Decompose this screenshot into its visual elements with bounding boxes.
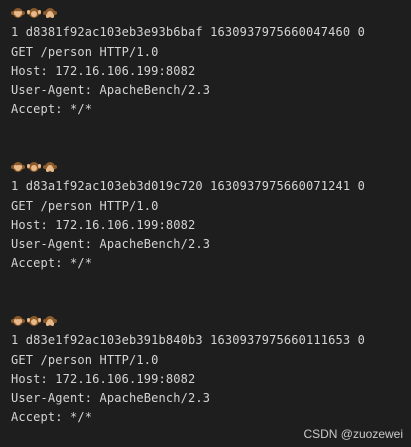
user-agent-header: User-Agent: ApacheBench/2.3 xyxy=(11,391,211,406)
monkey-emoji-row xyxy=(11,158,365,177)
hear-no-evil-monkey-icon xyxy=(27,161,41,175)
speak-no-evil-monkey-icon xyxy=(43,161,57,175)
see-no-evil-monkey-icon xyxy=(11,315,25,329)
trace-id-line: 1 d83e1f92ac103eb391b840b3 1630937975660… xyxy=(11,333,365,348)
host-header: Host: 172.16.106.199:8082 xyxy=(11,217,196,232)
request-line: GET /person HTTP/1.0 xyxy=(11,198,159,213)
user-agent-header: User-Agent: ApacheBench/2.3 xyxy=(11,83,211,98)
user-agent-header: User-Agent: ApacheBench/2.3 xyxy=(11,237,211,252)
trace-id-line: 1 d83a1f92ac103eb3d019c720 1630937975660… xyxy=(11,179,365,194)
terminal-output: 1 d8381f92ac103eb3e93b6baf 1630937975660… xyxy=(0,0,411,447)
hear-no-evil-monkey-icon xyxy=(27,7,41,21)
accept-header: Accept: */* xyxy=(11,102,93,117)
request-line: GET /person HTTP/1.0 xyxy=(11,352,159,367)
host-header: Host: 172.16.106.199:8082 xyxy=(11,63,196,78)
trace-id-line: 1 d8381f92ac103eb3e93b6baf 1630937975660… xyxy=(11,25,365,40)
see-no-evil-monkey-icon xyxy=(11,161,25,175)
host-header: Host: 172.16.106.199:8082 xyxy=(11,371,196,386)
see-no-evil-monkey-icon xyxy=(11,7,25,21)
request-log-block: 1 d83e1f92ac103eb391b840b3 1630937975660… xyxy=(11,312,365,428)
accept-header: Accept: */* xyxy=(11,256,93,271)
csdn-watermark: CSDN @zuozewei xyxy=(303,427,403,441)
monkey-emoji-row xyxy=(11,312,365,331)
accept-header: Accept: */* xyxy=(11,410,93,425)
monkey-emoji-row xyxy=(11,4,365,23)
speak-no-evil-monkey-icon xyxy=(43,315,57,329)
request-line: GET /person HTTP/1.0 xyxy=(11,44,159,59)
request-log-block: 1 d8381f92ac103eb3e93b6baf 1630937975660… xyxy=(11,4,365,120)
request-log-block: 1 d83a1f92ac103eb3d019c720 1630937975660… xyxy=(11,158,365,274)
speak-no-evil-monkey-icon xyxy=(43,7,57,21)
hear-no-evil-monkey-icon xyxy=(27,315,41,329)
